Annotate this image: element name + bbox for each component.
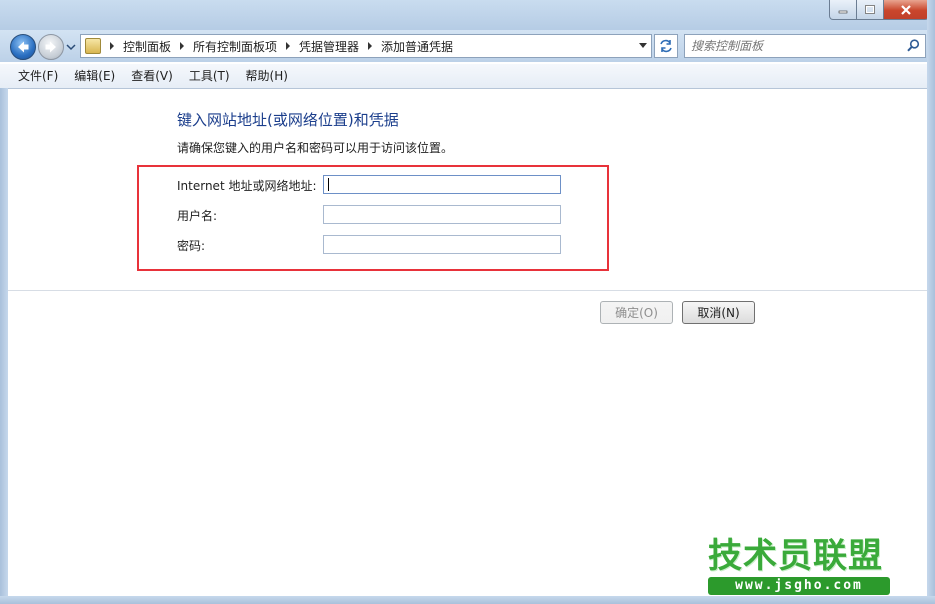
search-icon[interactable] [907,39,920,52]
internet-address-field[interactable] [323,175,561,194]
internet-address-label: Internet 地址或网络地址: [177,179,317,193]
back-arrow-icon [18,41,29,53]
breadcrumb-item[interactable]: 凭据管理器 [299,38,359,55]
refresh-icon [660,39,672,53]
title-bar[interactable] [0,0,935,32]
breadcrumb-item[interactable]: 所有控制面板项 [193,38,277,55]
breadcrumb-arrow-icon[interactable] [110,42,114,50]
divider [8,290,927,291]
watermark-url: www.jsgho.com [708,577,890,595]
password-field[interactable] [323,235,561,254]
window-frame-bottom [0,596,935,604]
caption-buttons [829,0,929,20]
password-label: 密码: [177,239,206,253]
username-input[interactable] [324,206,560,223]
back-button[interactable] [10,34,36,60]
window-frame-left [0,88,8,604]
close-button[interactable] [884,0,929,20]
menu-help[interactable]: 帮助(H) [238,65,296,87]
breadcrumb: 控制面板 所有控制面板项 凭据管理器 添加普通凭据 [101,38,453,55]
forward-button[interactable] [38,34,64,60]
password-input[interactable] [324,236,560,253]
address-dropdown-icon[interactable] [639,43,647,48]
content-pane: 键入网站地址(或网络位置)和凭据 请确保您键入的用户名和密码可以用于访问该位置。… [8,89,927,596]
page-title: 键入网站地址(或网络位置)和凭据 [177,111,399,129]
username-label: 用户名: [177,209,218,223]
search-box[interactable] [684,34,926,58]
breadcrumb-arrow-icon[interactable] [286,42,291,50]
refresh-button[interactable] [654,34,678,58]
internet-address-input[interactable] [324,176,560,193]
text-cursor [328,178,329,191]
watermark-title: 技术员联盟 [708,536,883,576]
page-description: 请确保您键入的用户名和密码可以用于访问该位置。 [177,141,454,155]
menu-edit[interactable]: 编辑(E) [66,65,123,87]
explorer-window: 控制面板 所有控制面板项 凭据管理器 添加普通凭据 文件(F) 编辑(E) 查看… [0,0,935,604]
breadcrumb-item[interactable]: 控制面板 [123,38,171,55]
menu-bar: 文件(F) 编辑(E) 查看(V) 工具(T) 帮助(H) [0,64,935,89]
navigation-bar: 控制面板 所有控制面板项 凭据管理器 添加普通凭据 [0,30,935,62]
window-frame-right [927,0,935,604]
menu-view[interactable]: 查看(V) [123,65,181,87]
breadcrumb-arrow-icon[interactable] [180,42,185,50]
breadcrumb-item[interactable]: 添加普通凭据 [381,38,453,55]
control-panel-icon [85,38,101,54]
close-icon [901,4,911,15]
recent-pages-chevron-icon[interactable] [66,42,76,52]
username-field[interactable] [323,205,561,224]
minimize-icon [838,10,848,13]
menu-file[interactable]: 文件(F) [10,65,66,87]
cancel-button[interactable]: 取消(N) [682,301,755,324]
watermark: 技术员联盟 www.jsgho.com [708,537,890,595]
breadcrumb-arrow-icon[interactable] [368,42,373,50]
ok-button[interactable]: 确定(O) [600,301,673,324]
menu-tools[interactable]: 工具(T) [181,65,238,87]
maximize-icon [865,4,875,14]
maximize-button[interactable] [857,0,884,20]
forward-arrow-icon [45,41,56,53]
search-input[interactable] [689,37,903,55]
address-bar[interactable]: 控制面板 所有控制面板项 凭据管理器 添加普通凭据 [80,34,652,58]
minimize-button[interactable] [829,0,857,20]
